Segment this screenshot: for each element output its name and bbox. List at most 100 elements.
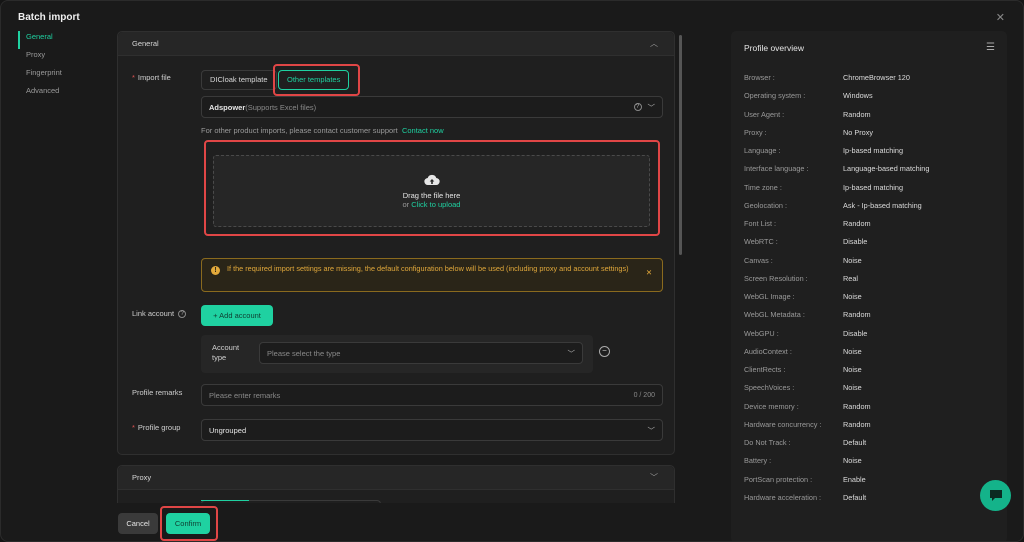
chevron-down-icon: ﹀ (647, 425, 656, 435)
chat-support-button[interactable] (980, 480, 1011, 511)
overview-key: ClientRects : (744, 365, 786, 374)
batch-import-dialog: Batch import ✕ General Proxy Fingerprint… (0, 0, 1024, 542)
proxy-tab-active[interactable] (201, 500, 249, 503)
account-type-placeholder: Please select the type (267, 348, 341, 358)
overview-key: Canvas : (744, 255, 773, 265)
overview-value: Ip-based matching (843, 182, 904, 192)
overview-value: Noise (843, 456, 862, 466)
highlight-box (204, 140, 660, 236)
overview-value: Default (843, 438, 867, 447)
add-account-button[interactable]: + Add account (201, 305, 273, 326)
overview-key: Font List : (744, 219, 777, 228)
overview-value: No Proxy (843, 127, 874, 137)
close-icon[interactable]: ✕ (646, 268, 652, 278)
overview-value: Windows (843, 91, 873, 101)
general-section: General ︿ * Import file DICloak template … (117, 31, 675, 455)
chat-bubble-icon (989, 490, 1002, 501)
help-icon[interactable]: ? (633, 103, 642, 111)
overview-value: Random (843, 419, 871, 429)
overview-key: Interface language : (744, 164, 809, 174)
nav-item-general[interactable]: General (18, 31, 98, 49)
cancel-button[interactable]: Cancel (118, 513, 158, 534)
overview-value: Random (843, 109, 871, 119)
section-nav: General Proxy Fingerprint Advanced (18, 31, 98, 103)
form-area: General ︿ * Import file DICloak template … (117, 31, 687, 503)
overview-key: Device memory : (744, 401, 799, 411)
overview-value: Disable (843, 328, 868, 338)
overview-key: Time zone : (744, 182, 782, 192)
import-file-label: * Import file (132, 73, 171, 82)
proxy-section-header[interactable]: Proxy ﹀ (118, 466, 674, 490)
overview-value: Noise (843, 346, 862, 356)
proxy-section-title: Proxy (132, 473, 152, 482)
account-type-select[interactable]: Please select the type ﹀ (259, 342, 583, 364)
plus-icon: + (213, 311, 218, 320)
overview-key: Hardware acceleration : (744, 492, 822, 502)
overview-key: Screen Resolution : (744, 273, 808, 283)
contact-now-link[interactable]: Contact now (402, 126, 444, 135)
overview-value: Disable (843, 237, 868, 247)
source-name: Adspower (209, 102, 246, 112)
nav-item-proxy[interactable]: Proxy (18, 49, 98, 67)
overview-value: Noise (843, 383, 862, 393)
overview-value: ChromeBrowser 120 (843, 73, 910, 82)
overview-key: Operating system : (744, 91, 806, 101)
other-import-note: For other product imports, please contac… (201, 126, 444, 135)
profile-overview-panel: Profile overview ☰ Browser : ChromeBrowse… (731, 31, 1007, 541)
remove-circle-icon[interactable]: − (599, 346, 610, 357)
overview-value: Ip-based matching (843, 146, 904, 155)
remarks-input[interactable]: Please enter remarks 0 / 200 (201, 384, 663, 406)
warning-banner: ! If the required import settings are mi… (201, 258, 663, 292)
scrollbar[interactable] (679, 35, 682, 255)
overview-value: Real (843, 273, 859, 283)
overview-value: Ask - Ip-based matching (843, 200, 922, 210)
chevron-up-icon[interactable]: ︿ (650, 38, 658, 49)
overview-key: Browser : (744, 73, 775, 82)
overview-key: Proxy : (744, 127, 767, 137)
overview-key: User Agent : (744, 109, 785, 119)
help-icon[interactable]: ? (178, 310, 187, 319)
overview-key: Geolocation : (744, 200, 787, 210)
overview-key: Language : (744, 146, 781, 155)
overview-value: Noise (843, 292, 862, 301)
highlight-box (160, 506, 218, 541)
profile-group-label: * Profile group (132, 423, 181, 432)
overview-key: WebGL Metadata : (744, 310, 805, 320)
general-section-header[interactable]: General ︿ (118, 32, 674, 56)
overview-value: Noise (843, 255, 862, 265)
nav-item-advanced[interactable]: Advanced (18, 85, 98, 103)
warning-text: If the required import settings are miss… (227, 264, 629, 273)
overview-key: WebRTC : (744, 237, 778, 247)
overview-key: WebGPU : (744, 328, 779, 338)
overview-key: PortScan protection : (744, 474, 813, 484)
collapse-panel-icon[interactable]: ☰ (986, 42, 995, 53)
overview-value: Default (843, 492, 867, 502)
overview-key: SpeechVoices : (744, 383, 795, 393)
overview-value: Random (843, 401, 871, 411)
remarks-label: Profile remarks (132, 388, 183, 397)
overview-value: Enable (843, 474, 866, 484)
close-icon[interactable]: ✕ (996, 11, 1005, 24)
account-type-label: Account type (212, 343, 240, 362)
source-hint: (Supports Excel files) (245, 102, 317, 112)
chevron-down-icon: ﹀ (647, 102, 656, 112)
profile-group-value: Ungrouped (209, 425, 247, 435)
overview-key: Hardware concurrency : (744, 419, 822, 429)
profile-group-select[interactable]: Ungrouped ﹀ (201, 419, 663, 441)
overview-value: Random (843, 219, 871, 228)
overview-key: Do Not Track : (744, 438, 791, 447)
proxy-section: Proxy ﹀ (117, 465, 675, 503)
link-account-label: Link account? (132, 309, 187, 319)
remarks-counter: 0 / 200 (633, 391, 655, 399)
chevron-down-icon: ﹀ (567, 348, 576, 358)
overview-value: Noise (843, 365, 862, 374)
source-select[interactable]: Adspower (Supports Excel files) ? ﹀ (201, 96, 663, 118)
overview-key: WebGL Image : (744, 292, 795, 301)
nav-item-fingerprint[interactable]: Fingerprint (18, 67, 98, 85)
chevron-down-icon[interactable]: ﹀ (650, 472, 658, 483)
overview-value: Language-based matching (843, 164, 930, 174)
add-account-label: Add account (219, 311, 261, 320)
warning-icon: ! (211, 266, 220, 275)
overview-title: Profile overview (744, 43, 804, 53)
dicloak-template-button[interactable]: DICloak template (201, 70, 277, 90)
